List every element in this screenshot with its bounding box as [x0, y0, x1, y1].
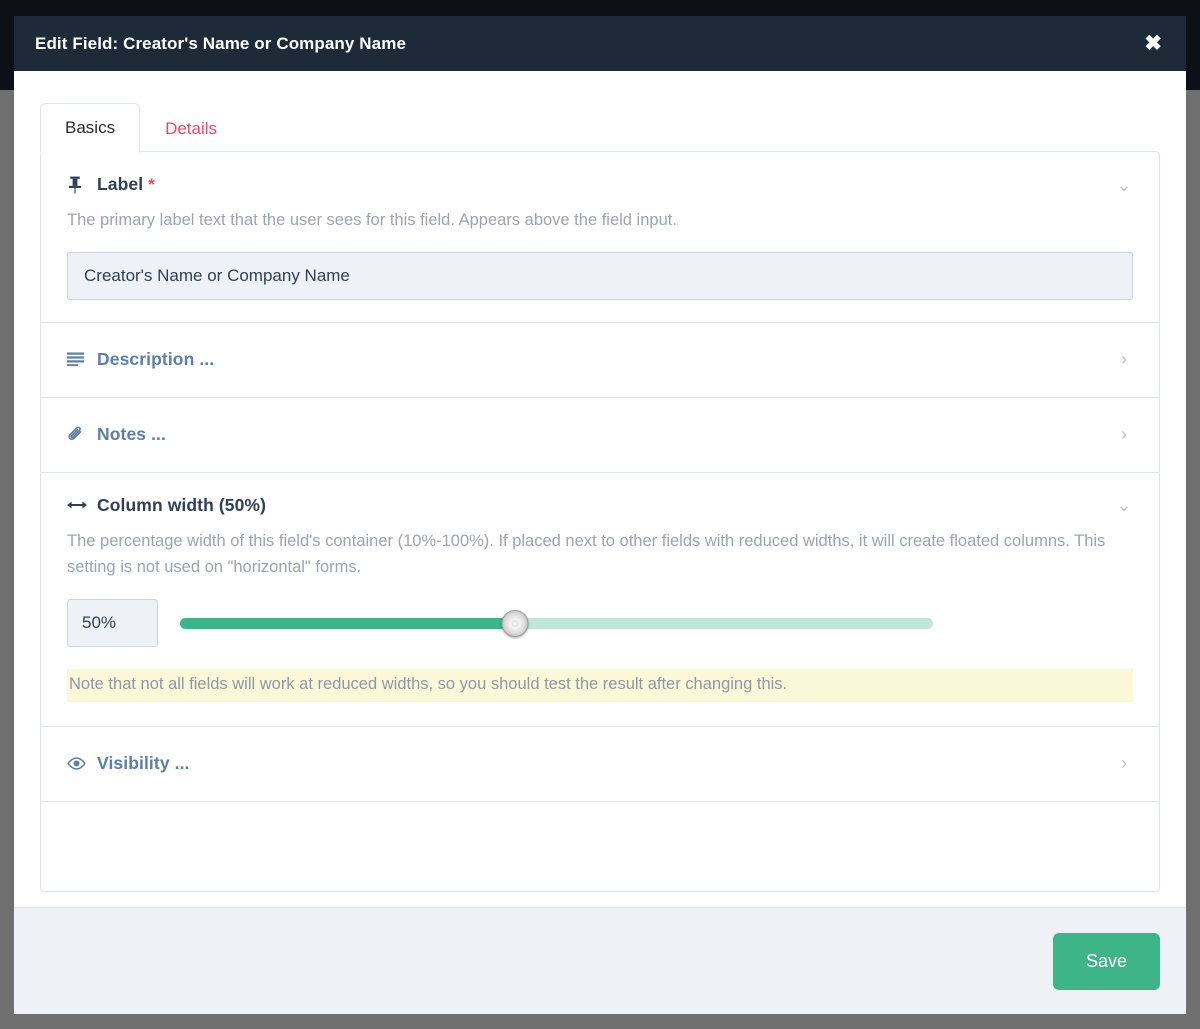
paperclip-icon	[67, 426, 91, 443]
section-notes: Notes ... ›	[41, 398, 1159, 473]
chevron-down-icon[interactable]: ⌄	[1115, 496, 1133, 514]
modal-title: Edit Field: Creator's Name or Company Na…	[35, 33, 406, 53]
chevron-down-icon[interactable]: ⌄	[1115, 176, 1133, 194]
section-description-title: Description ...	[97, 348, 215, 369]
section-description-header[interactable]: Description ... ›	[41, 323, 1159, 397]
section-visibility-title: Visibility ...	[97, 752, 190, 773]
section-label: Label * ⌄ The primary label text that th…	[41, 152, 1159, 323]
chevron-right-icon[interactable]: ›	[1115, 754, 1133, 772]
page-root: Edit Field: Creator's Name or Company Na…	[0, 0, 1200, 1029]
eye-icon	[67, 757, 91, 770]
required-marker: *	[148, 174, 155, 194]
tab-details[interactable]: Details	[140, 104, 242, 153]
arrows-left-right-icon	[67, 499, 91, 511]
column-width-percent-input[interactable]	[67, 599, 158, 648]
section-visibility-header[interactable]: Visibility ... ›	[41, 727, 1159, 801]
chevron-right-icon[interactable]: ›	[1115, 425, 1133, 443]
section-description: Description ... ›	[41, 323, 1159, 398]
modal-header: Edit Field: Creator's Name or Company Na…	[14, 16, 1186, 71]
pushpin-icon	[67, 176, 91, 194]
section-column-width-title: Column width (50%)	[97, 494, 267, 515]
section-label-field	[41, 234, 1159, 322]
edit-field-modal: Edit Field: Creator's Name or Company Na…	[14, 16, 1186, 1014]
column-width-note: Note that not all fields will work at re…	[67, 669, 1133, 702]
section-visibility: Visibility ... ›	[41, 727, 1159, 802]
close-icon[interactable]: ✖	[1142, 33, 1164, 54]
section-column-width-header[interactable]: Column width (50%) ⌄	[41, 473, 1159, 516]
slider-fill	[180, 617, 515, 629]
settings-card: Label * ⌄ The primary label text that th…	[40, 151, 1160, 892]
label-input[interactable]	[67, 251, 1133, 300]
tab-basics[interactable]: Basics	[40, 103, 141, 153]
section-notes-title: Notes ...	[97, 423, 166, 444]
section-notes-header[interactable]: Notes ... ›	[41, 398, 1159, 472]
section-label-title: Label	[97, 174, 144, 194]
chevron-right-icon[interactable]: ›	[1115, 350, 1133, 368]
column-width-slider[interactable]	[180, 606, 933, 640]
save-button[interactable]: Save	[1052, 932, 1160, 990]
section-label-header[interactable]: Label * ⌄	[41, 152, 1159, 195]
column-width-control-row	[41, 581, 1159, 648]
section-column-width: Column width (50%) ⌄ The percentage widt…	[41, 473, 1159, 727]
slider-handle[interactable]	[501, 609, 529, 637]
tab-bar: Basics Details	[40, 95, 1160, 153]
modal-body: Basics Details Label * ⌄ The primary lab…	[14, 71, 1186, 907]
align-justify-icon	[67, 352, 91, 367]
section-column-width-description: The percentage width of this field's con…	[67, 531, 1106, 577]
modal-footer: Save	[14, 907, 1186, 1014]
section-label-description: The primary label text that the user see…	[67, 211, 677, 229]
